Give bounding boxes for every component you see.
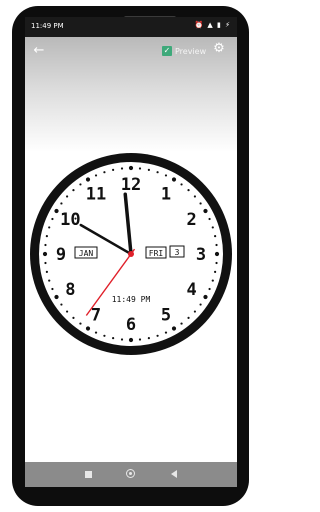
clock-numeral: 2	[186, 210, 196, 230]
hour-tick	[42, 251, 48, 257]
hour-tick	[171, 177, 177, 182]
minute-tick	[79, 183, 82, 186]
minute-tick	[60, 202, 63, 205]
minute-tick	[65, 310, 69, 313]
screen: 11:49 PM ⏰ ▲ ▮ ⚡ ← ✓ Preview ⚙ 12 1 2 3 4 5 6 7…	[25, 17, 237, 487]
clock-numeral: 7	[91, 306, 101, 326]
clock-numeral: 12	[121, 175, 141, 195]
hour-tick	[203, 294, 208, 300]
minute-tick	[94, 174, 98, 177]
clock-numeral: 5	[161, 306, 171, 326]
minute-tick	[45, 235, 48, 238]
minute-tick	[112, 168, 115, 171]
clock-numeral: 9	[56, 245, 66, 265]
minute-tick	[60, 303, 63, 306]
hour-tick	[54, 294, 59, 300]
minute-tick	[215, 243, 218, 247]
hour-tick	[128, 165, 134, 171]
minute-tick	[193, 195, 197, 198]
minute-tick	[180, 322, 183, 325]
clock-numeral: 8	[65, 280, 75, 300]
minute-tick	[164, 331, 168, 334]
clock-center-cap	[128, 251, 134, 257]
square-recents-icon[interactable]	[85, 471, 92, 478]
minute-tick	[112, 337, 115, 340]
analog-clock: 12 1234567891011 JAN FRI 3 11:49 PM	[30, 153, 232, 355]
minute-tick	[164, 174, 168, 177]
preview-toggle[interactable]: ✓ Preview	[162, 44, 206, 58]
minute-tick	[48, 226, 51, 229]
minute-tick	[103, 334, 106, 337]
clock-numeral: 10	[60, 210, 80, 230]
minute-tick	[94, 331, 98, 334]
hour-tick	[54, 208, 59, 214]
minute-tick	[72, 316, 75, 320]
minute-tick	[103, 171, 106, 174]
app-bar: ← ✓ Preview ⚙	[25, 37, 237, 152]
clock-digital-time: 11:49 PM	[112, 295, 151, 304]
minute-tick	[156, 334, 159, 337]
minute-tick	[180, 183, 183, 186]
minute-tick	[211, 279, 214, 282]
minute-tick	[214, 270, 217, 273]
preview-checkbox[interactable]: ✓	[162, 46, 172, 56]
navigation-bar	[25, 462, 237, 487]
minute-tick	[187, 188, 190, 192]
back-button[interactable]: ←	[31, 43, 47, 59]
arrow-left-icon: ←	[33, 43, 45, 58]
minute-tick	[51, 287, 54, 291]
minute-tick	[211, 226, 214, 229]
minute-tick	[45, 270, 48, 273]
minute-tick	[79, 322, 82, 325]
minute-tick	[156, 171, 159, 174]
minute-tick	[138, 338, 142, 341]
minute-tick	[187, 316, 190, 320]
clock-numeral: 4	[186, 280, 196, 300]
minute-tick	[193, 310, 197, 313]
clock-numeral: 3	[196, 245, 206, 265]
triangle-back-icon[interactable]	[171, 470, 177, 478]
settings-button[interactable]: ⚙	[212, 42, 226, 56]
minute-tick	[214, 235, 217, 238]
clock-numeral: 1	[161, 184, 171, 204]
minute-tick	[44, 243, 47, 247]
minute-tick	[215, 261, 218, 265]
minute-tick	[138, 167, 142, 170]
clock-weekday: FRI	[149, 249, 164, 258]
status-bar: 11:49 PM ⏰ ▲ ▮ ⚡	[25, 17, 237, 37]
minute-tick	[120, 167, 124, 170]
hour-tick	[171, 326, 177, 331]
minute-tick	[208, 217, 211, 221]
preview-label: Preview	[175, 46, 207, 56]
status-time: 11:49 PM	[31, 22, 64, 30]
minute-tick	[147, 337, 150, 340]
minute-tick	[147, 168, 150, 171]
hour-tick	[128, 337, 134, 343]
minute-tick	[199, 303, 202, 306]
minute-tick	[208, 287, 211, 291]
hour-tick	[203, 208, 208, 214]
clock-month: JAN	[79, 249, 94, 258]
clock-day: 3	[175, 248, 180, 257]
minute-tick	[72, 188, 75, 192]
minute-tick	[199, 202, 202, 205]
clock-numeral: 6	[126, 315, 136, 335]
hour-tick	[85, 326, 91, 331]
status-icons: ⏰ ▲ ▮ ⚡	[194, 21, 231, 29]
minute-tick	[44, 261, 47, 265]
minute-tick	[120, 338, 124, 341]
gear-icon: ⚙	[213, 41, 225, 56]
minute-tick	[51, 217, 54, 221]
circle-home-icon[interactable]	[126, 469, 135, 478]
minute-tick	[48, 279, 51, 282]
minute-tick	[65, 195, 69, 198]
clock-numeral: 11	[86, 184, 106, 204]
hour-tick	[214, 251, 220, 257]
hour-tick	[85, 177, 91, 182]
